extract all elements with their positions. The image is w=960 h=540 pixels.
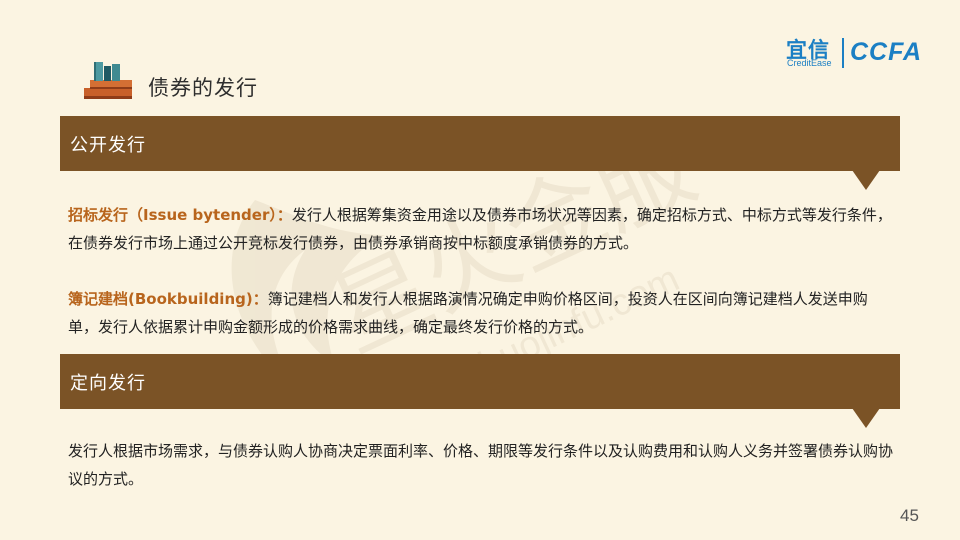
section-heading: 定向发行 — [70, 372, 146, 394]
logo-brand-en: CreditEase — [787, 58, 832, 68]
page-title: 债券的发行 — [148, 76, 258, 100]
paragraph-text: 发行人根据市场需求，与债券认购人协商决定票面利率、价格、期限等发行条件以及认购费… — [68, 442, 894, 488]
band-pointer — [852, 408, 880, 428]
logo-ccfa: CCFA — [850, 38, 923, 66]
paragraph-private-placement: 发行人根据市场需求，与债券认购人协商决定票面利率、价格、期限等发行条件以及认购费… — [68, 437, 894, 493]
section-heading: 公开发行 — [70, 134, 146, 156]
logo-divider — [842, 38, 844, 68]
term-tender-issue: 招标发行（Issue bytender）： — [68, 206, 292, 224]
paragraph-bookbuilding: 簿记建档(Bookbuilding)：簿记建档人和发行人根据路演情况确定申购价格… — [68, 285, 894, 341]
section-heading-band: 定向发行 — [60, 354, 900, 409]
term-bookbuilding: 簿记建档(Bookbuilding)： — [68, 290, 268, 308]
page-number: 45 — [900, 506, 919, 525]
creditease-ccfa-logo: 宜信 CreditEase CCFA — [786, 36, 936, 72]
paragraph-tender-issue: 招标发行（Issue bytender）：发行人根据筹集资金用途以及债券市场状况… — [68, 201, 894, 257]
books-icon — [84, 62, 132, 99]
slide: 星火金服 xinghuojinfu.com 债券的发行 宜信 CreditEas… — [0, 0, 960, 540]
band-pointer — [852, 170, 880, 190]
section-heading-band: 公开发行 — [60, 116, 900, 171]
